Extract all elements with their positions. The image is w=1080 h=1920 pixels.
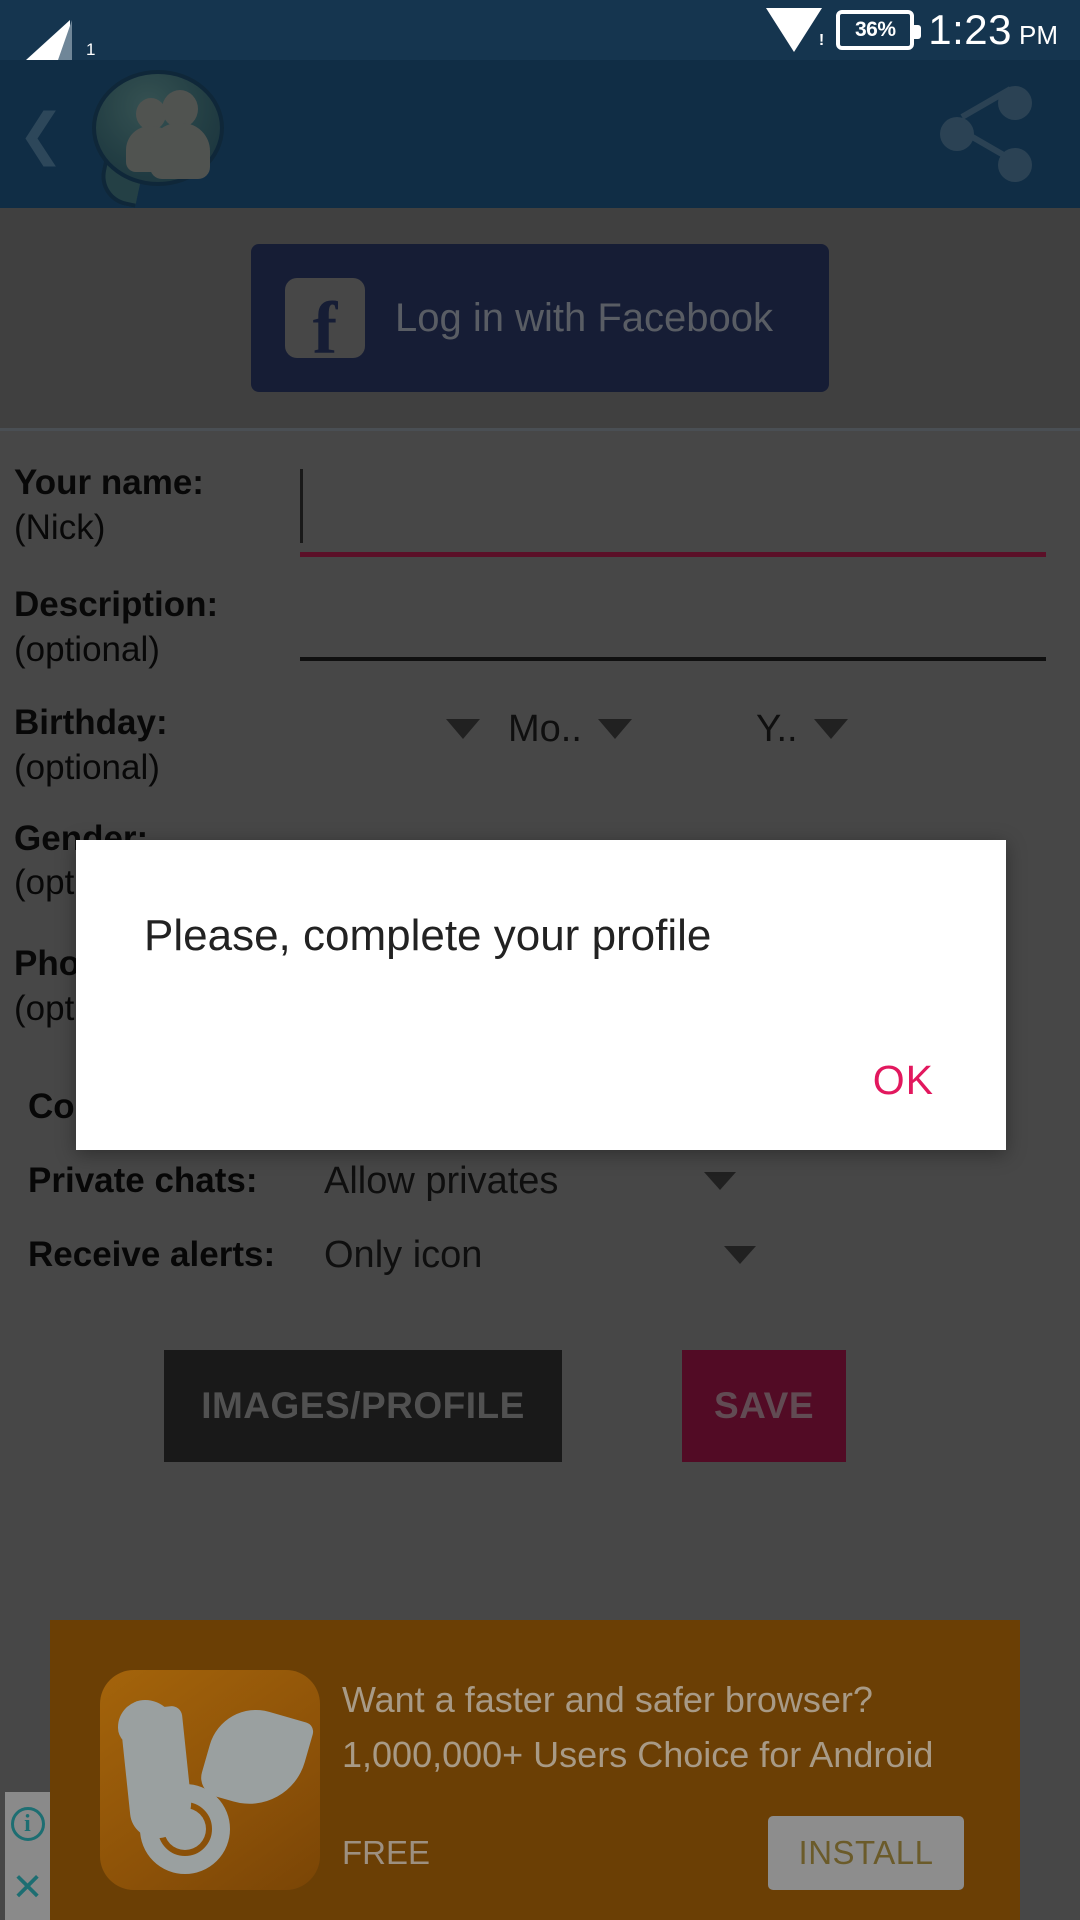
cellular-signal-icon <box>26 14 84 60</box>
images-profile-button[interactable]: IMAGES/PROFILE <box>164 1350 562 1463</box>
info-icon: i <box>10 1807 45 1841</box>
private-chats-label: Private chats: <box>28 1161 258 1201</box>
ad-info-button[interactable]: i <box>5 1792 50 1856</box>
ad-headline: Want a faster and safer browser? <box>342 1679 873 1720</box>
birthday-label-main: Birthday: <box>14 703 168 742</box>
chevron-down-icon <box>704 1172 736 1191</box>
facebook-login-button[interactable]: f Log in with Facebook <box>251 244 829 392</box>
app-bar: ❮ <box>0 60 1080 208</box>
name-label-main: Your name: <box>14 463 204 502</box>
text-caret <box>300 469 303 543</box>
back-chevron-icon[interactable]: ❮ <box>0 60 70 208</box>
save-label: SAVE <box>713 1385 814 1427</box>
receive-alerts-label: Receive alerts: <box>28 1235 276 1275</box>
chevron-down-icon <box>724 1246 756 1265</box>
form-row-name: Your name: (Nick) <box>14 461 1066 557</box>
group-chat-bubble-icon <box>74 68 242 208</box>
images-profile-label: IMAGES/PROFILE <box>201 1385 525 1427</box>
description-input-underline <box>300 657 1046 661</box>
share-icon[interactable] <box>940 86 1032 182</box>
description-field <box>300 583 1066 679</box>
birthday-day-spinner[interactable] <box>262 701 480 757</box>
birthday-year-spinner[interactable]: Y.. <box>728 701 928 757</box>
ad-close-button[interactable]: ✕ <box>5 1856 50 1920</box>
ad-install-label: INSTALL <box>798 1834 934 1871</box>
description-label-sub: (optional) <box>14 629 160 669</box>
form-action-buttons: IMAGES/PROFILE SAVE <box>14 1350 1066 1463</box>
close-icon: ✕ <box>11 1867 44 1909</box>
form-row-private-chats[interactable]: Private chats: Allow privates <box>14 1144 1066 1218</box>
dialog-ok-button[interactable]: OK <box>855 1047 952 1114</box>
status-bar-right: ! 36% 1:23 PM <box>766 6 1080 54</box>
form-row-description: Description: (optional) <box>14 583 1066 679</box>
birthday-label-sub: (optional) <box>14 747 160 787</box>
sim-number: 1 <box>86 40 96 59</box>
description-input[interactable] <box>300 587 1046 679</box>
battery-percent-label: 36% <box>854 18 896 41</box>
chevron-down-icon <box>813 719 848 739</box>
chevron-down-icon <box>597 719 632 739</box>
birthday-year-value: Y.. <box>756 707 798 750</box>
status-bar-left: 1 <box>0 0 95 60</box>
dialog-button-bar: OK <box>855 1047 952 1114</box>
ad-banner-controls: i ✕ <box>5 1792 50 1920</box>
facebook-logo-icon: f <box>285 278 365 366</box>
private-chats-value: Allow privates <box>324 1159 559 1202</box>
name-input[interactable] <box>300 465 1046 557</box>
name-input-underline <box>300 552 1046 557</box>
birthday-month-spinner[interactable]: Mo.. <box>480 701 728 757</box>
ad-install-button[interactable]: INSTALL <box>768 1816 964 1890</box>
ad-subline: 1,000,000+ Users Choice for Android <box>342 1733 934 1775</box>
facebook-login-section: f Log in with Facebook <box>0 208 1080 431</box>
uc-browser-squirrel-icon <box>100 1670 320 1890</box>
wifi-icon: ! <box>766 6 824 54</box>
receive-alerts-value: Only icon <box>324 1233 483 1276</box>
form-row-birthday: Birthday: (optional) Mo.. Y.. <box>14 701 1066 791</box>
clock-ampm: PM <box>1019 20 1058 50</box>
description-label: Description: (optional) <box>14 583 300 673</box>
birthday-spinners: Mo.. Y.. <box>262 701 1066 757</box>
facebook-login-label: Log in with Facebook <box>395 295 774 340</box>
ad-banner[interactable]: i ✕ Want a faster and safer browser? 1,0… <box>5 1620 1020 1920</box>
description-label-main: Description: <box>14 585 219 624</box>
status-bar: 1 ! 36% 1:23 PM <box>0 0 1080 60</box>
birthday-label: Birthday: (optional) <box>14 701 262 791</box>
name-label-sub: (Nick) <box>14 507 106 547</box>
save-button[interactable]: SAVE <box>682 1350 846 1463</box>
status-bar-clock: 1:23 PM <box>928 6 1058 54</box>
name-label: Your name: (Nick) <box>14 461 300 551</box>
chevron-down-icon <box>446 719 480 739</box>
alert-dialog: Please, complete your profile OK <box>76 840 1006 1150</box>
ad-banner-body: Want a faster and safer browser? 1,000,0… <box>320 1620 1020 1920</box>
birthday-month-value: Mo.. <box>508 707 582 750</box>
clock-time: 1:23 <box>928 6 1012 53</box>
ad-price-label: FREE <box>342 1834 431 1871</box>
dialog-message: Please, complete your profile <box>144 911 712 960</box>
name-field <box>300 461 1066 557</box>
form-row-receive-alerts[interactable]: Receive alerts: Only icon <box>14 1218 1066 1292</box>
battery-icon: 36% <box>836 10 922 50</box>
